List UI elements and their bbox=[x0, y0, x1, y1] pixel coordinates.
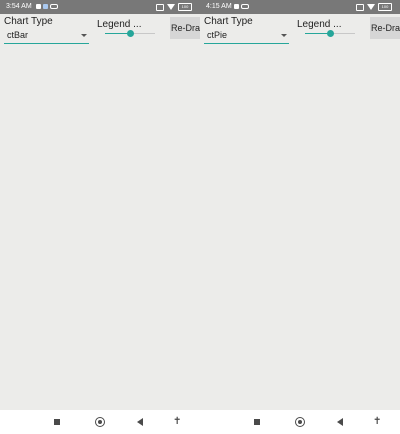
chart-type-value: ctBar bbox=[7, 30, 29, 40]
legend-slider[interactable] bbox=[305, 30, 355, 38]
sim-icon bbox=[156, 3, 164, 11]
toolbar: Chart Type ctBar Legend ... Re-Draw bbox=[0, 14, 200, 46]
screen-right: 4:15 AM 100 Chart Type ctPie Legend ... … bbox=[200, 0, 400, 434]
recents-square-icon[interactable] bbox=[54, 419, 60, 425]
chart-area bbox=[200, 46, 400, 410]
status-left-icons bbox=[234, 4, 249, 9]
wifi-icon bbox=[367, 4, 375, 10]
status-right-icons: 100 bbox=[156, 3, 192, 11]
video-icon bbox=[36, 4, 41, 9]
key-icon bbox=[50, 4, 58, 9]
toolbar: Chart Type ctPie Legend ... Re-Draw bbox=[200, 14, 400, 46]
dropdown-arrow-icon bbox=[81, 34, 87, 37]
back-triangle-icon[interactable] bbox=[337, 418, 343, 426]
status-bar: 4:15 AM 100 bbox=[200, 0, 400, 14]
status-time: 3:54 AM bbox=[6, 3, 32, 10]
legend-slider[interactable] bbox=[105, 30, 155, 38]
dropdown-arrow-icon bbox=[281, 34, 287, 37]
notification-icon bbox=[43, 4, 48, 9]
chart-type-value: ctPie bbox=[207, 30, 228, 40]
wifi-icon bbox=[167, 4, 175, 10]
legend-label: Legend ... bbox=[297, 19, 342, 30]
redraw-button[interactable]: Re-Draw bbox=[370, 17, 400, 39]
status-right-icons: 100 bbox=[356, 3, 392, 11]
accessibility-icon[interactable]: ✝ bbox=[373, 416, 381, 428]
chart-type-spinner[interactable]: ctBar bbox=[4, 28, 89, 44]
accessibility-icon[interactable]: ✝ bbox=[173, 416, 181, 428]
slider-thumb[interactable] bbox=[327, 30, 334, 37]
nav-bar: ✝ bbox=[200, 410, 400, 434]
recents-square-icon[interactable] bbox=[254, 419, 260, 425]
home-circle-icon[interactable] bbox=[295, 417, 305, 427]
screen-left: 3:54 AM 100 Chart Type ctBar Legend ... … bbox=[0, 0, 200, 434]
back-triangle-icon[interactable] bbox=[137, 418, 143, 426]
home-circle-icon[interactable] bbox=[95, 417, 105, 427]
video-icon bbox=[234, 4, 239, 9]
battery-icon: 100 bbox=[178, 3, 192, 11]
legend-label: Legend ... bbox=[97, 19, 142, 30]
status-left-icons bbox=[36, 4, 58, 9]
chart-type-label: Chart Type bbox=[4, 16, 53, 27]
slider-thumb[interactable] bbox=[127, 30, 134, 37]
chart-type-spinner[interactable]: ctPie bbox=[204, 28, 289, 44]
status-bar: 3:54 AM 100 bbox=[0, 0, 200, 14]
chart-area bbox=[0, 46, 200, 410]
key-icon bbox=[241, 4, 249, 9]
status-time: 4:15 AM bbox=[206, 3, 232, 10]
redraw-button[interactable]: Re-Draw bbox=[170, 17, 200, 39]
battery-icon: 100 bbox=[378, 3, 392, 11]
chart-type-label: Chart Type bbox=[204, 16, 253, 27]
nav-bar: ✝ bbox=[0, 410, 200, 434]
sim-icon bbox=[356, 3, 364, 11]
